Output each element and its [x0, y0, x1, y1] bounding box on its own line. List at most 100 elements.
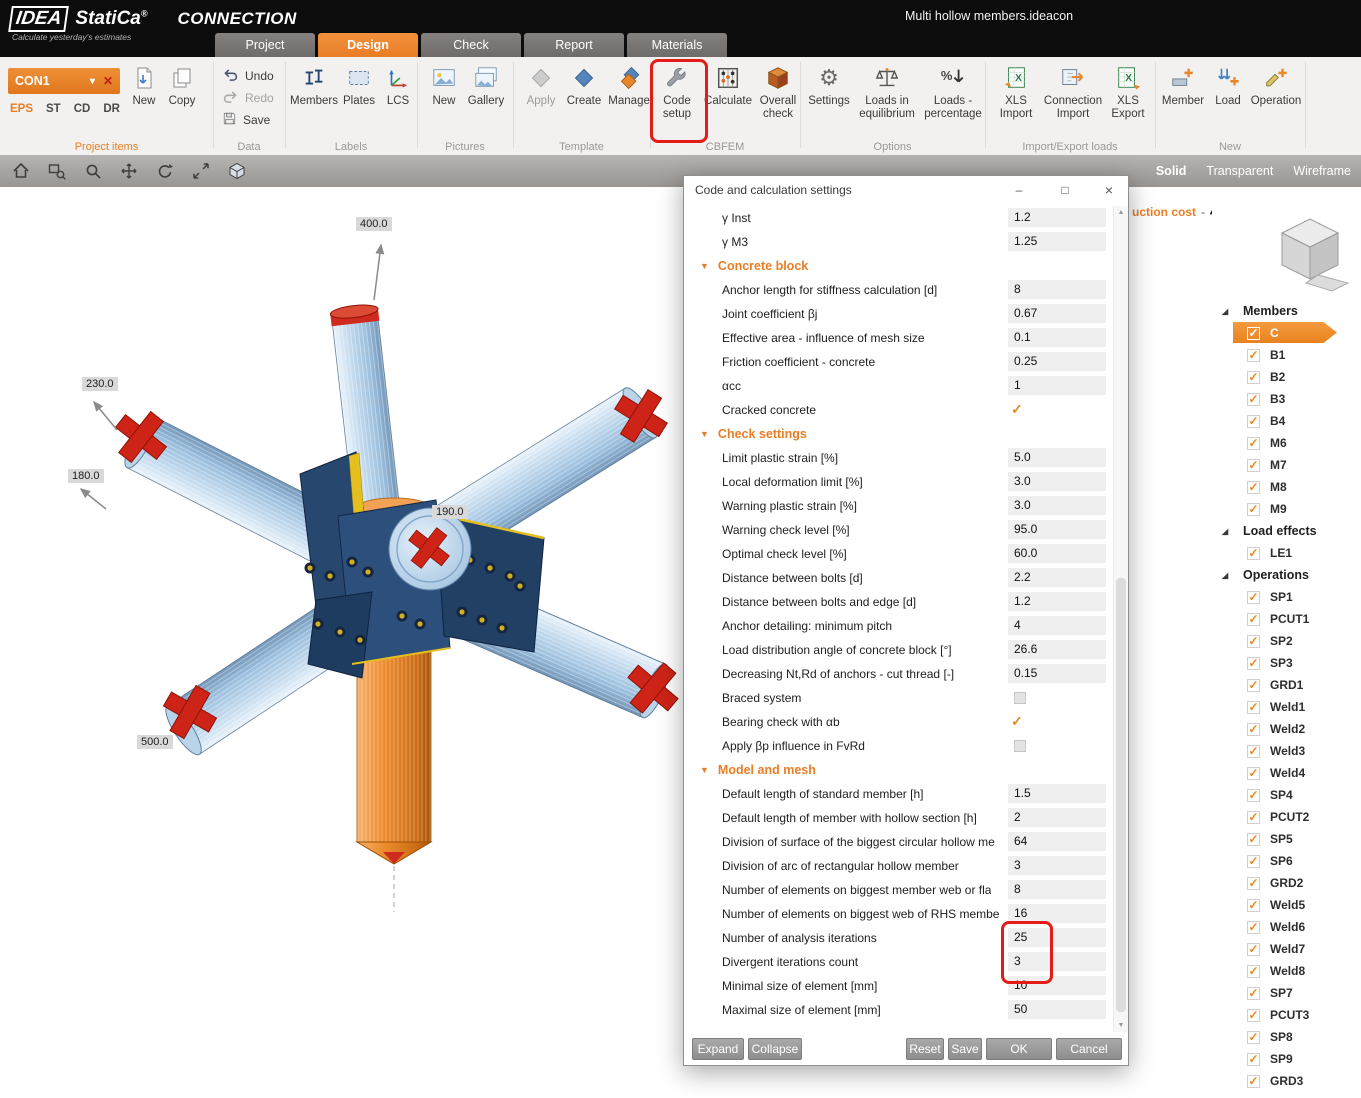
setting-value-input[interactable]: 0.1 [1008, 328, 1106, 347]
checkbox-icon[interactable]: ✓ [1247, 327, 1260, 340]
tree-item-b1[interactable]: ✓B1 [1212, 344, 1361, 366]
setting-value-input[interactable]: 0.67 [1008, 304, 1106, 323]
mode-transparent[interactable]: Transparent [1206, 164, 1273, 178]
setting-value-input[interactable]: 3.0 [1008, 496, 1106, 515]
setting-value-input[interactable]: 4 [1008, 616, 1106, 635]
expand-button[interactable]: Expand [692, 1038, 744, 1060]
checkbox-icon[interactable]: ✓ [1247, 415, 1260, 428]
tree-item-b2[interactable]: ✓B2 [1212, 366, 1361, 388]
tree-item-b4[interactable]: ✓B4 [1212, 410, 1361, 432]
checkbox-icon[interactable]: ✓ [1247, 723, 1260, 736]
maximize-icon[interactable]: □ [1048, 176, 1082, 204]
setting-value-input[interactable]: 64 [1008, 832, 1106, 851]
tree-item-weld5[interactable]: ✓Weld5 [1212, 894, 1361, 916]
overall-check-button[interactable]: Overall check [756, 63, 800, 121]
navigation-cube[interactable] [1262, 205, 1358, 293]
checkbox-icon[interactable]: ✓ [1247, 371, 1260, 384]
tree-item-weld7[interactable]: ✓Weld7 [1212, 938, 1361, 960]
checkbox-icon[interactable]: ✓ [1247, 943, 1260, 956]
section-collapse-icon[interactable]: ▼ [700, 765, 709, 775]
picture-new-button[interactable]: New [425, 63, 463, 108]
calculate-button[interactable]: Calculate [702, 63, 754, 108]
tree-item-sp3[interactable]: ✓SP3 [1212, 652, 1361, 674]
checkbox-icon[interactable]: ✓ [1247, 503, 1260, 516]
pan-icon[interactable] [114, 159, 144, 183]
checkbox-icon[interactable]: ✓ [1247, 833, 1260, 846]
connection-selector[interactable]: CON1 ▾ ✕ [8, 68, 120, 94]
checkbox-icon[interactable]: ✓ [1247, 657, 1260, 670]
connection-import-button[interactable]: Connection Import [1043, 63, 1103, 121]
checkbox-icon[interactable]: ✓ [1247, 987, 1260, 1000]
new-load-button[interactable]: Load [1210, 63, 1246, 108]
tree-item-weld3[interactable]: ✓Weld3 [1212, 740, 1361, 762]
tree-item-le1[interactable]: ✓LE1 [1212, 542, 1361, 564]
checkbox-icon[interactable]: ✓ [1247, 789, 1260, 802]
checkbox-icon[interactable]: ✓ [1247, 679, 1260, 692]
code-setup-button[interactable]: Code setup [656, 63, 698, 121]
setting-value-input[interactable]: 16 [1008, 904, 1106, 923]
mode-eps[interactable]: EPS [10, 103, 33, 115]
checkbox-icon[interactable]: ✓ [1247, 591, 1260, 604]
template-apply-button[interactable]: Apply [521, 63, 561, 108]
setting-value-input[interactable]: 1.25 [1008, 232, 1106, 251]
checkbox-icon[interactable]: ✓ [1247, 437, 1260, 450]
mode-wireframe[interactable]: Wireframe [1293, 164, 1351, 178]
tree-item-weld6[interactable]: ✓Weld6 [1212, 916, 1361, 938]
setting-checkbox[interactable] [1014, 692, 1026, 704]
setting-value-input[interactable]: 1.5 [1008, 784, 1106, 803]
delete-connection-icon[interactable]: ✕ [103, 74, 113, 88]
setting-value-input[interactable]: 0.25 [1008, 352, 1106, 371]
checkbox-icon[interactable]: ✓ [1247, 481, 1260, 494]
scrollbar-thumb[interactable] [1116, 578, 1126, 1012]
checkbox-icon[interactable]: ✓ [1247, 921, 1260, 934]
3d-viewport[interactable]: 400.0 230.0 180.0 190.0 500.0 [0, 187, 1361, 1098]
tree-item-m7[interactable]: ✓M7 [1212, 454, 1361, 476]
scroll-up-icon[interactable]: ▲ [1114, 209, 1128, 216]
checkbox-icon[interactable]: ✓ [1247, 635, 1260, 648]
checkbox-icon[interactable]: ✓ [1247, 701, 1260, 714]
expander-icon[interactable]: ◢ [1222, 527, 1235, 536]
checkbox-icon[interactable]: ✓ [1247, 349, 1260, 362]
checkbox-icon[interactable]: ✓ [1247, 855, 1260, 868]
tree-item-sp1[interactable]: ✓SP1 [1212, 586, 1361, 608]
tree-item-sp7[interactable]: ✓SP7 [1212, 982, 1361, 1004]
setting-value-input[interactable]: 5.0 [1008, 448, 1106, 467]
tree-item-weld1[interactable]: ✓Weld1 [1212, 696, 1361, 718]
loads-equilibrium-button[interactable]: Loads in equilibrium [856, 63, 918, 121]
setting-value-input[interactable]: 0.15 [1008, 664, 1106, 683]
chevron-down-icon[interactable]: ▾ [90, 76, 95, 87]
tab-report[interactable]: Report [524, 33, 624, 57]
tab-design[interactable]: Design [318, 33, 418, 57]
tree-item-m8[interactable]: ✓M8 [1212, 476, 1361, 498]
expander-icon[interactable]: ◢ [1222, 571, 1235, 580]
checkbox-icon[interactable]: ✓ [1247, 1075, 1260, 1088]
tab-materials[interactable]: Materials [627, 33, 727, 57]
tree-item-grd3[interactable]: ✓GRD3 [1212, 1070, 1361, 1092]
labels-plates-button[interactable]: Plates [339, 63, 379, 108]
zoom-window-icon[interactable] [42, 159, 72, 183]
setting-value-input[interactable]: 2.2 [1008, 568, 1106, 587]
setting-value-input[interactable]: 3.0 [1008, 472, 1106, 491]
zoom-icon[interactable] [78, 159, 108, 183]
checkbox-icon[interactable]: ✓ [1247, 1009, 1260, 1022]
checkbox-icon[interactable]: ✓ [1247, 899, 1260, 912]
tree-item-pcut3[interactable]: ✓PCUT3 [1212, 1004, 1361, 1026]
dialog-scrollbar[interactable]: ▲ ▼ [1113, 206, 1128, 1032]
setting-value-input[interactable]: 8 [1008, 880, 1106, 899]
section-collapse-icon[interactable]: ▼ [700, 261, 709, 271]
setting-value-input[interactable]: 10 [1008, 976, 1106, 995]
section-collapse-icon[interactable]: ▼ [700, 429, 709, 439]
tab-project[interactable]: Project [215, 33, 315, 57]
setting-value-input[interactable]: 60.0 [1008, 544, 1106, 563]
save-button[interactable]: Save [222, 110, 270, 130]
collapse-button[interactable]: Collapse [748, 1038, 802, 1060]
setting-value-input[interactable]: 50 [1008, 1000, 1106, 1019]
checkbox-icon[interactable]: ✓ [1247, 877, 1260, 890]
tree-item-sp9[interactable]: ✓SP9 [1212, 1048, 1361, 1070]
setting-value-input[interactable]: 8 [1008, 280, 1106, 299]
tree-item-weld2[interactable]: ✓Weld2 [1212, 718, 1361, 740]
setting-checkbox[interactable]: ✓ [1011, 713, 1023, 730]
setting-value-input[interactable]: 3 [1008, 952, 1106, 971]
checkbox-icon[interactable]: ✓ [1247, 613, 1260, 626]
tree-item-weld8[interactable]: ✓Weld8 [1212, 960, 1361, 982]
